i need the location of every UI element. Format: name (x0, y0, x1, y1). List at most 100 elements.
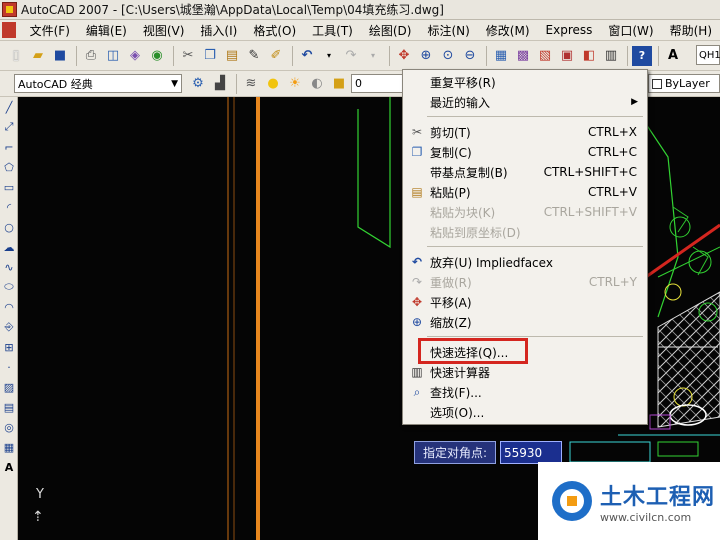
markup-icon[interactable]: ◧ (579, 46, 599, 66)
gradient-icon[interactable]: ▤ (0, 397, 18, 417)
bulb-icon[interactable]: ● (263, 74, 283, 94)
zoom-realtime-icon[interactable]: ⊕ (416, 46, 436, 66)
save-icon[interactable]: ■ (50, 46, 70, 66)
spline-icon[interactable]: ∿ (0, 257, 18, 277)
menu-file[interactable]: 文件(F) (22, 22, 78, 39)
menu-item-zoom[interactable]: ⊕ 缩放(Z) (403, 312, 647, 332)
paste-icon[interactable]: ▤ (222, 46, 242, 66)
menu-item-pan[interactable]: ✥ 平移(A) (403, 292, 647, 312)
undo-icon[interactable]: ↶ (297, 46, 317, 66)
menu-item-copy-with-base-point[interactable]: 带基点复制(B) CTRL+SHIFT+C (403, 162, 647, 182)
menu-item-find[interactable]: ⌕ 查找(F)... (403, 382, 647, 402)
pan-icon: ✥ (411, 295, 423, 309)
properties-icon[interactable]: ▦ (491, 46, 511, 66)
menu-express[interactable]: Express (538, 23, 601, 37)
new-file-icon[interactable]: ▯ (6, 46, 26, 66)
rectangle-icon[interactable]: ▭ (0, 177, 18, 197)
block-editor-icon[interactable]: ✐ (266, 46, 286, 66)
sun-icon[interactable]: ☀ (285, 74, 305, 94)
dynamic-input-value[interactable]: 55930 (500, 441, 562, 464)
tree-symbol (669, 216, 691, 238)
menu-item-label: 重做(R) (430, 275, 472, 290)
point-icon[interactable]: · (0, 357, 18, 377)
make-block-icon[interactable]: ⊞ (0, 337, 18, 357)
menu-item-cut[interactable]: ✂ 剪切(T) CTRL+X (403, 122, 647, 142)
menu-draw[interactable]: 绘图(D) (361, 22, 420, 39)
menu-item-quick-calc[interactable]: ▥ 快速计算器 (403, 362, 647, 382)
publish-icon[interactable]: ◈ (125, 46, 145, 66)
zoom-window-icon[interactable]: ⊙ (438, 46, 458, 66)
design-center-icon[interactable]: ▩ (513, 46, 533, 66)
line-icon[interactable]: ╱ (0, 97, 18, 117)
my-workspace-icon[interactable]: ▟ (210, 74, 230, 94)
menu-modify[interactable]: 修改(M) (478, 22, 538, 39)
menu-format[interactable]: 格式(O) (245, 22, 304, 39)
layer-manager-icon[interactable]: ≋ (241, 74, 261, 94)
construction-line-icon[interactable]: ⤢ (0, 117, 18, 137)
menu-item-recent-input[interactable]: 最近的输入 ▶ (403, 92, 647, 112)
document-icon[interactable] (2, 22, 16, 38)
print-icon[interactable]: ⎙ (81, 46, 101, 66)
color-control-select[interactable]: ByLayer (648, 74, 720, 93)
redo-dropdown-icon[interactable]: ▾ (363, 46, 383, 66)
menu-divider (427, 116, 643, 117)
polygon-icon[interactable]: ⬠ (0, 157, 18, 177)
menu-item-copy[interactable]: ❐ 复制(C) CTRL+C (403, 142, 647, 162)
menu-item-paste-to-original-coords[interactable]: 粘贴到原坐标(D) (403, 222, 647, 242)
lock-icon[interactable]: ◐ (307, 74, 327, 94)
tool-palettes-icon[interactable]: ▧ (535, 46, 555, 66)
text-style-select[interactable]: QH1 (696, 45, 720, 65)
help-icon[interactable]: ? (632, 45, 652, 66)
region-icon[interactable]: ◎ (0, 417, 18, 437)
menu-item-repeat-pan[interactable]: 重复平移(R) (403, 72, 647, 92)
chevron-down-icon[interactable]: ▼ (171, 79, 181, 89)
circle-icon[interactable]: ○ (0, 217, 18, 237)
menu-edit[interactable]: 编辑(E) (78, 22, 135, 39)
text-style-icon[interactable]: A (663, 46, 683, 66)
menu-window[interactable]: 窗口(W) (600, 22, 661, 39)
revision-cloud-icon[interactable]: ☁ (0, 237, 18, 257)
toolbar-separator (292, 45, 293, 66)
copy-icon[interactable]: ❐ (200, 46, 220, 66)
ellipse-arc-icon[interactable]: ◠ (0, 297, 18, 317)
autocad-app-icon[interactable] (2, 2, 17, 17)
plot-preview-icon[interactable]: ◫ (103, 46, 123, 66)
3d-dwf-icon[interactable]: ◉ (147, 46, 167, 66)
open-folder-icon[interactable]: ▰ (28, 46, 48, 66)
workspace-select[interactable]: AutoCAD 经典 ▼ (14, 74, 182, 93)
toolbar-separator (173, 45, 174, 66)
menu-item-redo[interactable]: ↷ 重做(R) CTRL+Y (403, 272, 647, 292)
menu-item-paste-as-block[interactable]: 粘贴为块(K) CTRL+SHIFT+V (403, 202, 647, 222)
menu-dimension[interactable]: 标注(N) (419, 22, 477, 39)
redo-icon[interactable]: ↷ (341, 46, 361, 66)
menu-item-label: 平移(A) (430, 295, 472, 310)
hatch-icon[interactable]: ▨ (0, 377, 18, 397)
menu-item-label: 剪切(T) (430, 125, 471, 140)
menu-insert[interactable]: 插入(I) (192, 22, 245, 39)
table-icon[interactable]: ▦ (0, 437, 18, 457)
menu-item-label: 放弃(U) Impliedfacex (430, 255, 553, 270)
menu-item-paste[interactable]: ▤ 粘贴(P) CTRL+V (403, 182, 647, 202)
insert-block-icon[interactable]: ⎆ (0, 317, 18, 337)
menu-item-shortcut: CTRL+SHIFT+C (543, 165, 637, 179)
color-swatch-icon[interactable]: ■ (329, 74, 349, 94)
ellipse-icon[interactable]: ⬭ (0, 277, 18, 297)
menu-item-options[interactable]: 选项(O)... (403, 402, 647, 422)
menu-tools[interactable]: 工具(T) (304, 22, 361, 39)
match-properties-icon[interactable]: ✎ (244, 46, 264, 66)
polyline-icon[interactable]: ⌐ (0, 137, 18, 157)
arc-icon[interactable]: ◜ (0, 197, 18, 217)
quick-calc-icon[interactable]: ▥ (601, 46, 621, 66)
menu-item-label: 查找(F)... (430, 385, 482, 400)
pan-realtime-icon[interactable]: ✥ (394, 46, 414, 66)
menu-view[interactable]: 视图(V) (135, 22, 193, 39)
zoom-previous-icon[interactable]: ⊖ (460, 46, 480, 66)
draw-toolbar: ╱ ⤢ ⌐ ⬠ ▭ ◜ ○ ☁ ∿ ⬭ ◠ ⎆ ⊞ · ▨ ▤ ◎ ▦ A (0, 97, 18, 540)
undo-dropdown-icon[interactable]: ▾ (319, 46, 339, 66)
workspace-settings-icon[interactable]: ⚙ (188, 74, 208, 94)
cut-icon[interactable]: ✂ (178, 46, 198, 66)
menu-item-undo[interactable]: ↶ 放弃(U) Impliedfacex (403, 252, 647, 272)
multiline-text-icon[interactable]: A (0, 457, 18, 477)
menu-help[interactable]: 帮助(H) (662, 22, 720, 39)
sheet-set-icon[interactable]: ▣ (557, 46, 577, 66)
